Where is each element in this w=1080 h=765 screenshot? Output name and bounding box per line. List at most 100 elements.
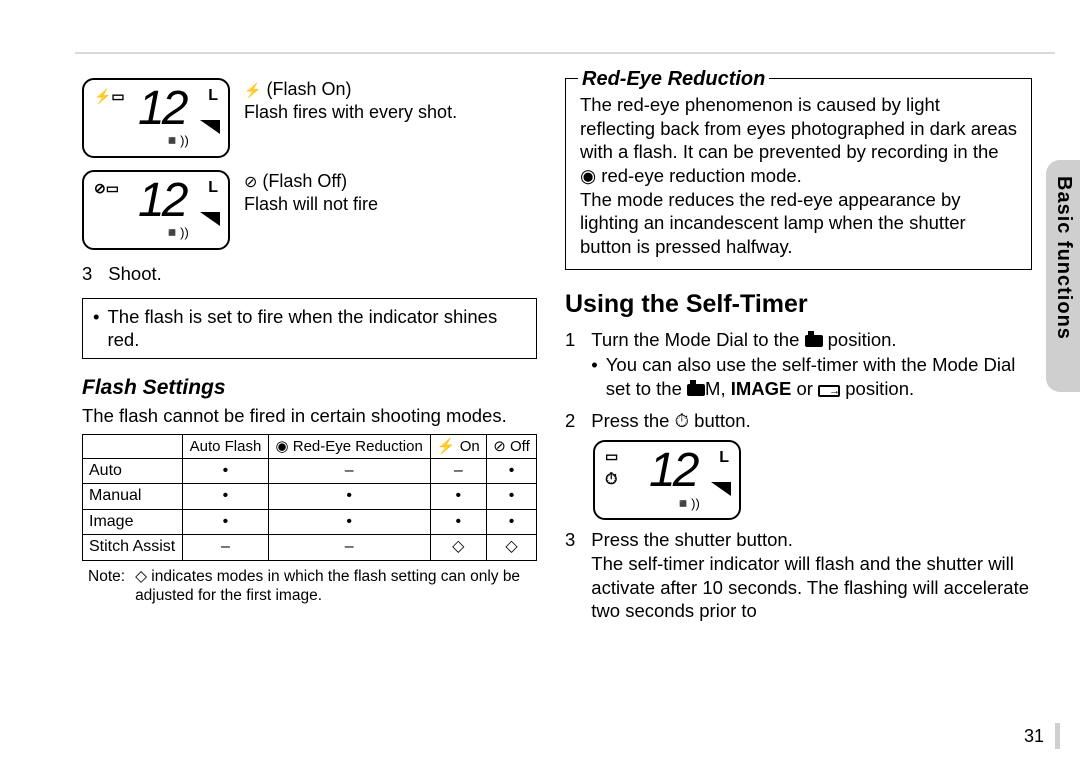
step-3: 3 Shoot. <box>82 262 537 286</box>
lcd-size: L <box>719 448 729 468</box>
lcd-count: 12 <box>138 170 185 231</box>
flash-settings-intro: The flash cannot be fired in certain sho… <box>82 404 537 428</box>
cell: – <box>268 535 430 560</box>
cell: – <box>430 458 486 483</box>
lcd-size: L <box>208 86 218 106</box>
table-row: Image • • • • <box>83 509 537 534</box>
cell: – <box>183 535 269 560</box>
step-desc: The self-timer indicator will flash and … <box>591 552 1032 623</box>
step-text: Press the shutter button. <box>591 528 1032 552</box>
frame-paragraph-1: The red-eye phenomenon is caused by ligh… <box>580 93 1019 188</box>
lcd-wedge-icon <box>200 212 220 226</box>
flash-off-label: (Flash Off) <box>262 171 347 191</box>
cell: • <box>430 509 486 534</box>
lcd-topleft: ⊘▭ <box>94 180 119 198</box>
self-timer-heading: Using the Self-Timer <box>565 288 1032 320</box>
step-text-a: Turn the Mode Dial to the <box>591 329 804 350</box>
cell: • <box>183 484 269 509</box>
lcd-self-timer: ▭ ⏱ 12 L ◾)) <box>593 440 741 520</box>
step-text: Shoot. <box>108 262 162 286</box>
table-row: Auto • – – • <box>83 458 537 483</box>
lcd-sound-icon: ◾)) <box>164 225 189 242</box>
page-top-rule <box>75 52 1055 54</box>
flash-settings-table: Auto Flash ◉ Red-Eye Reduction ⚡ On ⊘ Of… <box>82 434 537 561</box>
step-number: 2 <box>565 409 575 433</box>
red-eye-frame: Red-Eye Reduction The red-eye phenomenon… <box>565 78 1032 270</box>
cell: ◇ <box>487 535 537 560</box>
table-row: Manual • • • • <box>83 484 537 509</box>
flash-on-text: Flash fires with every shot. <box>244 102 457 122</box>
lcd-count: 12 <box>649 440 696 501</box>
step-number: 1 <box>565 328 575 401</box>
flash-off-row: ⊘▭ 12 L ◾)) (Flash Off) Flash will not f… <box>82 170 537 250</box>
cell: • <box>487 484 537 509</box>
sub-b: , <box>720 378 730 399</box>
step-2: 2 Press the ⏱ button. <box>565 409 1032 433</box>
lcd-count: 12 <box>138 78 185 139</box>
step-text-b: position. <box>823 329 897 350</box>
table-row: Stitch Assist – – ◇ ◇ <box>83 535 537 560</box>
camera-icon <box>805 335 823 347</box>
flash-off-text: Flash will not fire <box>244 194 378 214</box>
flash-on-icon <box>244 79 261 99</box>
footnote-label: Note: <box>82 567 125 607</box>
page-body: ⚡▭ 12 L ◾)) (Flash On) Flash fires with … <box>82 78 1032 735</box>
step-sub: You can also use the self-timer with the… <box>606 353 1032 400</box>
cell: Image <box>83 509 183 534</box>
frame-paragraph-2: The mode reduces the red-eye appearance … <box>580 188 1019 259</box>
sub-d: position. <box>840 378 914 399</box>
flash-off-desc: (Flash Off) Flash will not fire <box>244 170 378 217</box>
step-text: Press the ⏱ button. <box>591 409 750 433</box>
flash-off-icon <box>244 171 257 191</box>
frame-title: Red-Eye Reduction <box>578 67 769 93</box>
lcd-wedge-icon <box>711 482 731 496</box>
cell: Auto <box>83 458 183 483</box>
flash-on-desc: (Flash On) Flash fires with every shot. <box>244 78 457 124</box>
th-blank <box>83 434 183 458</box>
lcd-topleft: ⚡▭ <box>94 88 125 106</box>
cell: • <box>430 484 486 509</box>
cell: • <box>487 509 537 534</box>
page-number-bar <box>1055 723 1060 749</box>
table-header-row: Auto Flash ◉ Red-Eye Reduction ⚡ On ⊘ Of… <box>83 434 537 458</box>
lcd-wedge-icon <box>200 120 220 134</box>
cell: – <box>268 458 430 483</box>
flash-on-row: ⚡▭ 12 L ◾)) (Flash On) Flash fires with … <box>82 78 537 158</box>
panorama-icon <box>818 385 840 397</box>
timer-icon: ⏱ <box>605 470 617 490</box>
footnote-text: ◇ indicates modes in which the flash set… <box>135 567 537 607</box>
th-autoflash: Auto Flash <box>183 434 269 458</box>
step-content: Turn the Mode Dial to the position. • Yo… <box>591 328 1032 401</box>
cell: ◇ <box>430 535 486 560</box>
image-label: IMAGE <box>731 378 792 399</box>
bullet-icon: • <box>93 305 99 352</box>
right-column: Red-Eye Reduction The red-eye phenomenon… <box>565 78 1032 735</box>
lcd-flash-off: ⊘▭ 12 L ◾)) <box>82 170 230 250</box>
flash-settings-heading: Flash Settings <box>82 375 537 402</box>
lcd-sound-icon: ◾)) <box>675 496 700 513</box>
th-off: ⊘ Off <box>487 434 537 458</box>
cell: Manual <box>83 484 183 509</box>
frame-body: The red-eye phenomenon is caused by ligh… <box>566 79 1031 269</box>
cell: • <box>268 484 430 509</box>
flash-on-label: (Flash On) <box>266 79 351 99</box>
cell: • <box>183 509 269 534</box>
page-number: 31 <box>1024 726 1044 747</box>
lcd-sound-icon: ◾)) <box>164 133 189 150</box>
step-number: 3 <box>82 262 92 286</box>
step-number: 3 <box>565 528 575 623</box>
sub-c: or <box>791 378 818 399</box>
step-1: 1 Turn the Mode Dial to the position. • … <box>565 328 1032 401</box>
cell: • <box>183 458 269 483</box>
note-text: The flash is set to fire when the indica… <box>107 305 526 352</box>
table-footnote: Note: ◇ indicates modes in which the fla… <box>82 567 537 607</box>
th-redeye: ◉ Red-Eye Reduction <box>268 434 430 458</box>
cell: • <box>487 458 537 483</box>
lcd-topleft: ▭ <box>605 448 618 466</box>
step-3-right: 3 Press the shutter button. The self-tim… <box>565 528 1032 623</box>
left-column: ⚡▭ 12 L ◾)) (Flash On) Flash fires with … <box>82 78 537 735</box>
step-content: Press the shutter button. The self-timer… <box>591 528 1032 623</box>
section-tab-label: Basic functions <box>1052 176 1075 340</box>
cell: • <box>268 509 430 534</box>
lcd-flash-on: ⚡▭ 12 L ◾)) <box>82 78 230 158</box>
